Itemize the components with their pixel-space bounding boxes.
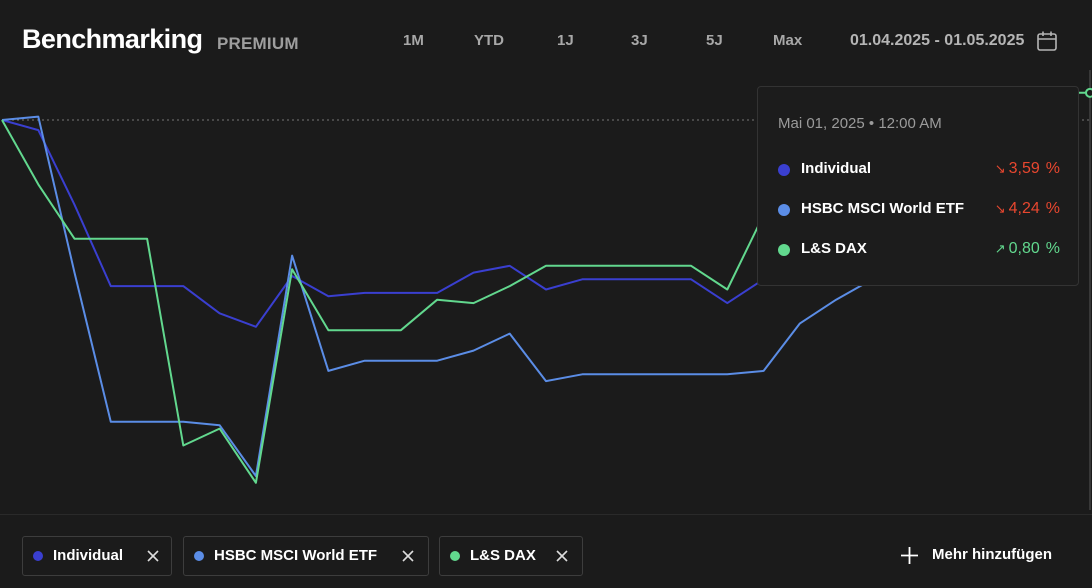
- individual-dot-icon: [778, 164, 790, 176]
- tooltip-name: L&S DAX: [801, 240, 867, 257]
- close-icon[interactable]: [400, 548, 416, 564]
- header: Benchmarking PREMIUM 1M YTD 1J 3J 5J Max…: [0, 0, 1092, 80]
- hsbc-dot-icon: [778, 204, 790, 216]
- calendar-icon[interactable]: [1035, 29, 1059, 53]
- range-1j-button[interactable]: 1J: [557, 32, 574, 49]
- chip-dax[interactable]: L&S DAX: [439, 536, 583, 576]
- close-icon[interactable]: [145, 548, 161, 564]
- range-1m-button[interactable]: 1M: [403, 32, 424, 49]
- date-range-display[interactable]: 01.04.2025 - 01.05.2025: [850, 32, 1024, 50]
- trend-down-icon: ↘: [994, 201, 1006, 216]
- tooltip-value: ↗ 0,80%: [994, 240, 1060, 257]
- range-3j-button[interactable]: 3J: [631, 32, 648, 49]
- individual-dot-icon: [33, 551, 43, 561]
- tooltip-date: Mai 01, 2025 • 12:00 AM: [778, 115, 942, 132]
- range-ytd-button[interactable]: YTD: [474, 32, 504, 49]
- footer: Individual HSBC MSCI World ETF L&S DAX M…: [0, 514, 1092, 588]
- range-max-button[interactable]: Max: [773, 32, 802, 49]
- premium-badge: PREMIUM: [217, 34, 299, 53]
- chip-hsbc[interactable]: HSBC MSCI World ETF: [183, 536, 429, 576]
- chip-label: HSBC MSCI World ETF: [214, 547, 378, 564]
- tooltip-name: HSBC MSCI World ETF: [801, 200, 965, 217]
- page-title: Benchmarking: [22, 24, 203, 54]
- chart-tooltip: Mai 01, 2025 • 12:00 AM Individual ↘ 3,59…: [757, 86, 1079, 286]
- tooltip-row-dax: L&S DAX ↗ 0,80%: [778, 239, 1060, 259]
- dax-dot-icon: [450, 551, 460, 561]
- add-benchmark-label: Mehr hinzufügen: [932, 546, 1052, 563]
- chip-label: Individual: [53, 547, 124, 564]
- plus-icon: [901, 547, 918, 564]
- tooltip-row-hsbc: HSBC MSCI World ETF ↘ 4,24%: [778, 199, 1060, 219]
- tooltip-value: ↘ 4,24%: [994, 200, 1060, 217]
- chip-label: L&S DAX: [470, 547, 536, 564]
- dax-dot-icon: [778, 244, 790, 256]
- trend-down-icon: ↘: [994, 161, 1006, 176]
- close-icon[interactable]: [554, 548, 570, 564]
- hsbc-dot-icon: [194, 551, 204, 561]
- tooltip-value: ↘ 3,59%: [994, 160, 1060, 177]
- tooltip-name: Individual: [801, 160, 872, 177]
- range-5j-button[interactable]: 5J: [706, 32, 723, 49]
- trend-up-icon: ↗: [994, 241, 1006, 256]
- series-endpoint-dax: [1085, 87, 1092, 98]
- tooltip-row-individual: Individual ↘ 3,59%: [778, 159, 1060, 179]
- chip-individual[interactable]: Individual: [22, 536, 172, 576]
